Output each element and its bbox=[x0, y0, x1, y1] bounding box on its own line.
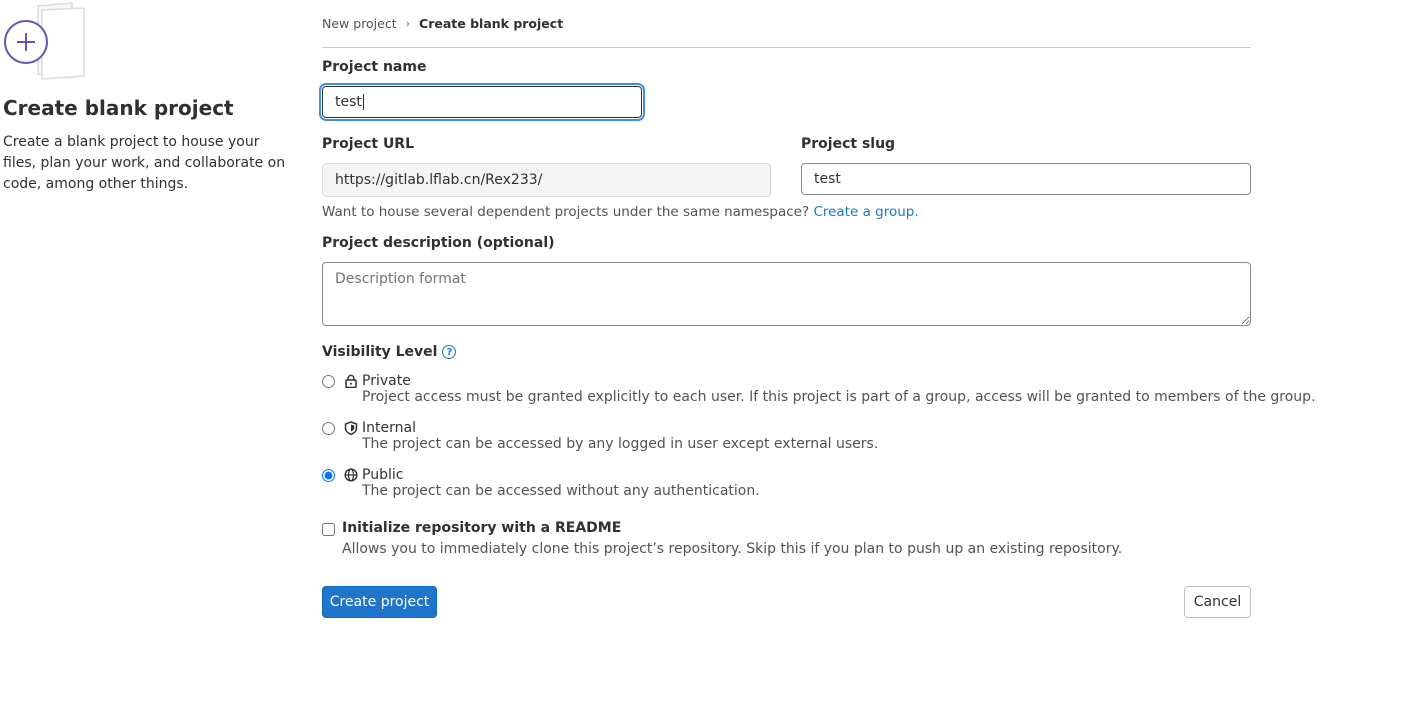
description-label: Project description (optional) bbox=[322, 235, 555, 251]
visibility-public-title: Public bbox=[344, 467, 403, 483]
breadcrumb-current: Create blank project bbox=[419, 16, 564, 31]
cancel-button[interactable]: Cancel bbox=[1184, 586, 1251, 618]
breadcrumb-new-project[interactable]: New project bbox=[322, 16, 397, 31]
lock-icon bbox=[345, 374, 357, 388]
readme-checkbox[interactable] bbox=[322, 523, 335, 536]
visibility-radio-public[interactable] bbox=[322, 469, 335, 482]
intro-description: Create a blank project to house your fil… bbox=[3, 134, 286, 192]
visibility-private-label: Private bbox=[362, 373, 411, 389]
intro-title: Create blank project bbox=[3, 96, 234, 120]
readme-label: Initialize repository with a README bbox=[342, 520, 622, 536]
header-divider bbox=[322, 47, 1251, 48]
project-slug-value: test bbox=[814, 171, 841, 187]
visibility-public-description: The project can be accessed without any … bbox=[362, 483, 760, 499]
project-slug-input[interactable]: test bbox=[801, 163, 1251, 195]
project-url-label: Project URL bbox=[322, 136, 415, 152]
project-url-value: https://gitlab.lflab.cn/Rex233/ bbox=[335, 172, 543, 188]
visibility-level-text: Visibility Level bbox=[322, 344, 438, 360]
project-name-input[interactable]: test bbox=[322, 86, 642, 118]
shield-icon bbox=[344, 421, 358, 435]
project-url-field: https://gitlab.lflab.cn/Rex233/ bbox=[322, 163, 771, 197]
readme-description: Allows you to immediately clone this pro… bbox=[342, 541, 1123, 557]
earth-icon bbox=[344, 468, 358, 482]
visibility-radio-internal[interactable] bbox=[322, 422, 335, 435]
namespace-help-text: Want to house several dependent projects… bbox=[322, 204, 810, 220]
visibility-internal-label: Internal bbox=[362, 420, 416, 436]
project-name-label: Project name bbox=[322, 59, 427, 75]
blank-project-illustration bbox=[4, 2, 85, 80]
project-name-value: test bbox=[335, 94, 362, 110]
create-project-button[interactable]: Create project bbox=[322, 586, 437, 618]
visibility-public-label: Public bbox=[362, 467, 404, 483]
visibility-radio-private[interactable] bbox=[322, 375, 335, 388]
breadcrumb: New project › Create blank project bbox=[322, 16, 563, 31]
new-project-page: Create blank project Create a blank proj… bbox=[0, 0, 1405, 704]
description-textarea[interactable] bbox=[322, 262, 1251, 326]
create-group-link[interactable]: Create a group. bbox=[813, 204, 918, 220]
namespace-help: Want to house several dependent projects… bbox=[322, 204, 919, 220]
project-slug-label: Project slug bbox=[801, 136, 896, 152]
question-circle-icon[interactable]: ? bbox=[442, 345, 457, 359]
visibility-internal-title: Internal bbox=[344, 420, 416, 436]
visibility-private-title: Private bbox=[344, 373, 411, 389]
visibility-internal-description: The project can be accessed by any logge… bbox=[362, 436, 879, 452]
visibility-private-description: Project access must be granted explicitl… bbox=[362, 389, 1316, 405]
visibility-level-label: Visibility Level ? bbox=[322, 344, 457, 360]
text-caret bbox=[362, 94, 364, 110]
chevron-right-icon: › bbox=[405, 17, 411, 30]
